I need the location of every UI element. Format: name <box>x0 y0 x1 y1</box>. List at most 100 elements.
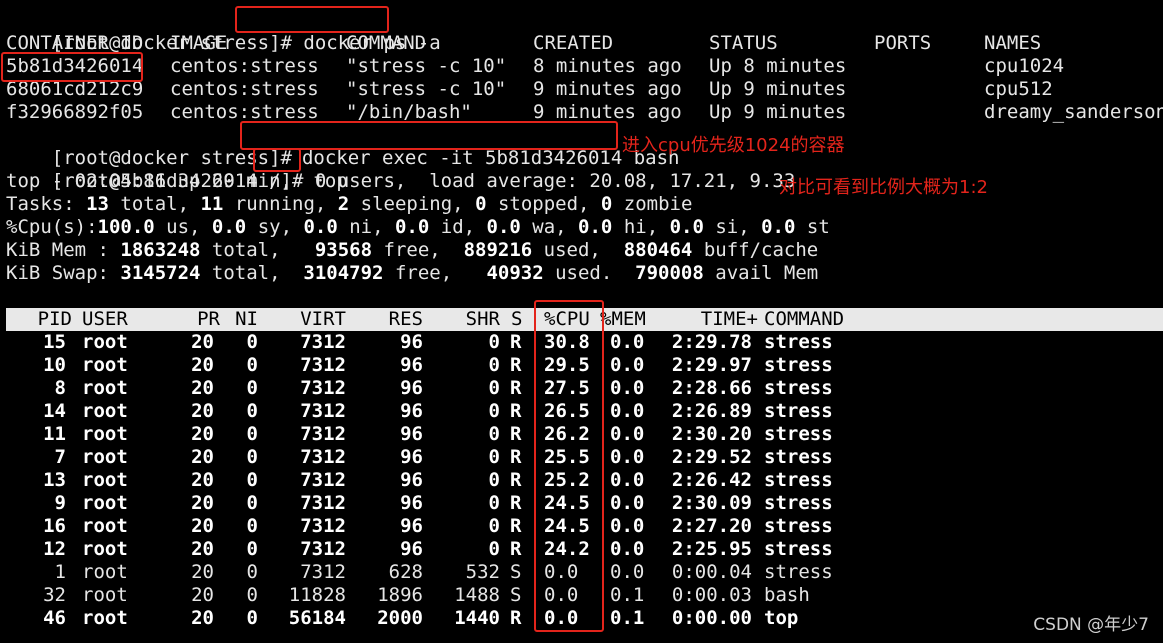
process-s: R <box>510 446 522 468</box>
process-ni: 0 <box>246 400 258 422</box>
process-res: 96 <box>400 492 423 514</box>
col-header-command: COMMAND <box>764 308 845 330</box>
process-shr: 0 <box>488 469 500 491</box>
process-mem: 0.0 <box>610 492 645 514</box>
process-command: stress <box>764 561 833 583</box>
process-pid: 32 <box>43 584 66 606</box>
container-name: cpu512 <box>984 78 1053 100</box>
process-user: root <box>82 354 128 376</box>
process-time: 0:00.00 <box>671 607 752 629</box>
process-pid: 46 <box>43 607 66 629</box>
process-ni: 0 <box>246 538 258 560</box>
created: 9 minutes ago <box>533 101 682 123</box>
process-mem: 0.0 <box>610 538 645 560</box>
process-row: 11 root 20 0 7312 96 0 R 26.2 0.0 2:30.20 stress <box>0 423 1163 446</box>
process-time: 0:00.03 <box>671 584 752 606</box>
process-cpu: 26.2 <box>544 423 590 445</box>
process-s: R <box>510 607 522 629</box>
process-virt: 7312 <box>300 377 346 399</box>
process-row: 16 root 20 0 7312 96 0 R 24.5 0.0 2:27.20 stress <box>0 515 1163 538</box>
process-command: stress <box>764 492 833 514</box>
process-user: root <box>82 469 128 491</box>
process-mem: 0.0 <box>610 400 645 422</box>
process-res: 96 <box>400 446 423 468</box>
process-pr: 20 <box>191 354 214 376</box>
process-virt: 7312 <box>300 400 346 422</box>
process-res: 2000 <box>377 607 423 629</box>
process-virt: 7312 <box>300 423 346 445</box>
process-pr: 20 <box>191 400 214 422</box>
process-ni: 0 <box>246 423 258 445</box>
process-shr: 532 <box>465 561 500 583</box>
process-row: 15 root 20 0 7312 96 0 R 30.8 0.0 2:29.78 stress <box>0 331 1163 354</box>
process-cpu: 24.5 <box>544 492 590 514</box>
process-res: 96 <box>400 538 423 560</box>
process-s: S <box>510 561 522 583</box>
process-command: stress <box>764 469 833 491</box>
process-shr: 0 <box>488 423 500 445</box>
process-time: 2:27.20 <box>671 515 752 537</box>
col-header-pid: PID <box>37 308 72 330</box>
container-id: 68061cd212c9 <box>6 78 144 100</box>
process-ni: 0 <box>246 469 258 491</box>
process-cpu: 26.5 <box>544 400 590 422</box>
process-pid: 8 <box>54 377 66 399</box>
process-pid: 15 <box>43 331 66 353</box>
process-pr: 20 <box>191 515 214 537</box>
process-pid: 11 <box>43 423 66 445</box>
col-header-pr: PR <box>197 308 220 330</box>
process-shr: 0 <box>488 492 500 514</box>
process-pr: 20 <box>191 538 214 560</box>
process-shr: 1488 <box>454 584 500 606</box>
process-mem: 0.1 <box>610 584 645 606</box>
process-pr: 20 <box>191 423 214 445</box>
image: centos:stress <box>170 55 319 77</box>
process-shr: 0 <box>488 515 500 537</box>
col-header-virt: VIRT <box>300 308 346 330</box>
process-command: stress <box>764 538 833 560</box>
process-virt: 7312 <box>300 515 346 537</box>
process-shr: 0 <box>488 446 500 468</box>
process-user: root <box>82 515 128 537</box>
process-time: 2:26.89 <box>671 400 752 422</box>
process-pid: 7 <box>54 446 66 468</box>
process-virt: 7312 <box>300 354 346 376</box>
process-s: R <box>510 331 522 353</box>
process-res: 96 <box>400 469 423 491</box>
process-ni: 0 <box>246 377 258 399</box>
process-pid: 14 <box>43 400 66 422</box>
process-s: R <box>510 469 522 491</box>
col-header-user: USER <box>82 308 128 330</box>
terminal-window[interactable]: [root@docker stress]# docker ps -a CONTA… <box>0 0 1163 643</box>
ps-header-cell: CREATED <box>533 32 614 54</box>
process-shr: 0 <box>488 538 500 560</box>
col-header-ni: NI <box>235 308 258 330</box>
process-cpu: 0.0 <box>544 584 579 606</box>
col-header-cpu: %CPU <box>544 308 590 330</box>
exec-annotation: 进入cpu优先级1024的容器 <box>622 135 845 156</box>
prompt-line: [root@5b81d3426014 /]# top <box>6 147 348 192</box>
process-s: R <box>510 492 522 514</box>
col-header-time: TIME+ <box>700 308 758 330</box>
process-ni: 0 <box>246 492 258 514</box>
prompt-line: [root@docker stress]# docker exec -it 5b8… <box>6 124 680 169</box>
process-time: 2:26.42 <box>671 469 752 491</box>
process-res: 96 <box>400 377 423 399</box>
process-cpu: 24.2 <box>544 538 590 560</box>
process-mem: 0.0 <box>610 515 645 537</box>
image: centos:stress <box>170 101 319 123</box>
process-user: root <box>82 538 128 560</box>
process-pid: 9 <box>54 492 66 514</box>
process-pid: 12 <box>43 538 66 560</box>
process-s: R <box>510 538 522 560</box>
process-pr: 20 <box>191 331 214 353</box>
process-mem: 0.0 <box>610 377 645 399</box>
process-command: stress <box>764 423 833 445</box>
watermark: CSDN @年少7 <box>1033 615 1149 635</box>
ps-row: 5b81d3426014 centos:stress "stress -c 10… <box>0 55 1163 78</box>
ps-header-cell: IMAGE <box>170 32 228 54</box>
process-pid: 1 <box>54 561 66 583</box>
container-name: dreamy_sanderson <box>984 101 1163 123</box>
process-time: 2:29.97 <box>671 354 752 376</box>
top-tasks-line: Tasks: 13 total, 11 running, 2 sleeping,… <box>6 193 693 215</box>
